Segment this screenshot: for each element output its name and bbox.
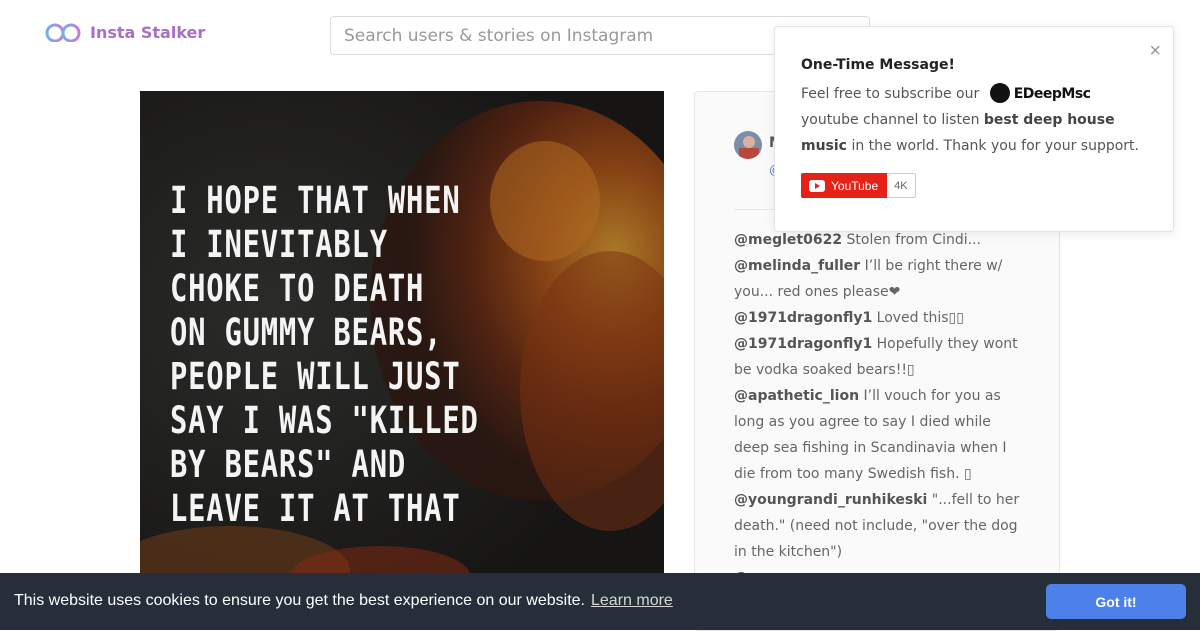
quote-line: I HOPE THAT WHEN — [170, 179, 461, 222]
accept-cookies-button[interactable]: Got it! — [1046, 584, 1186, 619]
comment-user[interactable]: @youngrandi_runhikeski — [734, 492, 927, 508]
comment: @1971dragonfly1 Hopefully they wont be v… — [734, 331, 1026, 383]
comment-user[interactable]: @1971dragonfly1 — [734, 310, 872, 326]
comment: @1971dragonfly1 Loved this▯▯ — [734, 305, 1026, 331]
comment-list: @meglet0622 Stolen from Cindi... @melind… — [734, 227, 1026, 591]
comment-user[interactable]: @1971dragonfly1 — [734, 336, 872, 352]
one-time-message-popup: × One-Time Message! Feel free to subscri… — [774, 26, 1174, 232]
youtube-subscribe-button[interactable]: YouTube 4K — [801, 173, 916, 198]
comment: @melinda_fuller I’ll be right there w/ y… — [734, 253, 1026, 305]
youtube-button-main[interactable]: YouTube — [801, 173, 888, 198]
quote-text: I HOPE THAT WHEN I INEVITABLY CHOKE TO DEA… — [170, 179, 479, 531]
avatar[interactable] — [734, 131, 762, 159]
post-image[interactable]: I HOPE THAT WHEN I INEVITABLY CHOKE TO DEA… — [140, 91, 664, 581]
popup-message: Feel free to subscribe our EDeepMsc yout… — [801, 81, 1151, 159]
learn-more-link[interactable]: Learn more — [591, 592, 673, 609]
channel-logo-icon — [989, 82, 1010, 103]
subscriber-count: 4K — [887, 173, 916, 198]
comment: @apathetic_lion I’ll vouch for you as lo… — [734, 383, 1026, 487]
site-logo[interactable]: Insta Stalker — [44, 22, 205, 42]
quote-line: PEOPLE WILL JUST — [170, 355, 461, 398]
popup-title: One-Time Message! — [801, 57, 955, 73]
avatar-image — [734, 131, 762, 159]
youtube-label: YouTube — [831, 178, 879, 193]
cookie-message-text: This website uses cookies to ensure you … — [14, 592, 585, 609]
popup-text: youtube channel to listen — [801, 112, 984, 128]
comment-text: Stolen from Cindi... — [842, 232, 981, 248]
cookie-banner: This website uses cookies to ensure you … — [0, 573, 1200, 630]
popup-text: Feel free to subscribe our — [801, 86, 984, 102]
quote-line: SAY I WAS "KILLED — [170, 399, 479, 442]
quote-line: CHOKE TO DEATH — [170, 267, 425, 310]
comment-user[interactable]: @melinda_fuller — [734, 258, 860, 274]
popup-text: in the world. Thank you for your support… — [847, 138, 1139, 154]
quote-line: I INEVITABLY — [170, 223, 388, 266]
channel-name[interactable]: EDeepMsc — [1014, 86, 1091, 102]
comment: @youngrandi_runhikeski "...fell to her d… — [734, 487, 1026, 565]
comment-text: Loved this▯▯ — [872, 310, 964, 326]
logo-text: Insta Stalker — [90, 22, 206, 42]
comment-user[interactable]: @apathetic_lion — [734, 388, 859, 404]
youtube-play-icon — [809, 179, 825, 192]
quote-line: ON GUMMY BEARS, — [170, 311, 443, 354]
infinity-logo-icon — [45, 23, 81, 42]
close-icon[interactable]: × — [1149, 41, 1161, 61]
quote-line: BY BEARS" AND — [170, 443, 407, 486]
comment-user[interactable]: @meglet0622 — [734, 232, 842, 248]
quote-line: LEAVE IT AT THAT — [170, 487, 461, 530]
cookie-message: This website uses cookies to ensure you … — [14, 592, 673, 610]
